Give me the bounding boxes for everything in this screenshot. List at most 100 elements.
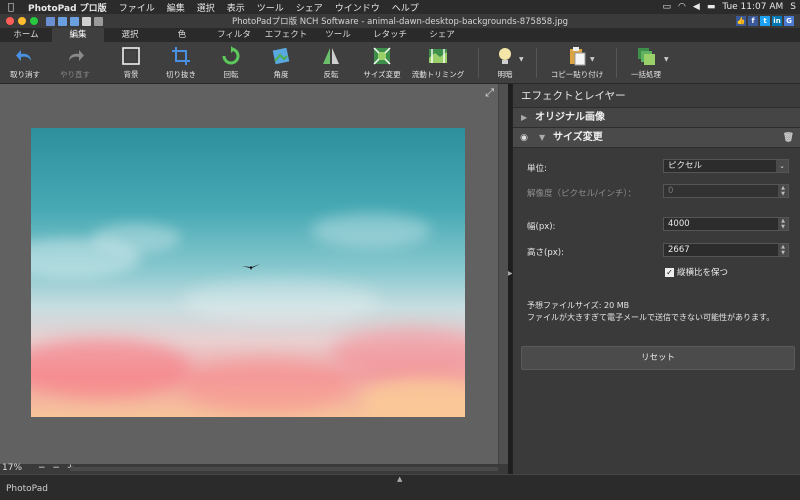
file-size-estimate: 予想ファイルサイズ: 20 MB <box>527 301 630 310</box>
copy-paste-button[interactable]: コピー貼り付け <box>546 46 608 82</box>
window-titlebar: PhotoPadプロ版 NCH Software - animal-dawn-d… <box>0 14 800 28</box>
twitter-icon[interactable]: t <box>760 16 770 26</box>
status-text: PhotoPad <box>6 484 48 494</box>
google-icon[interactable]: G <box>784 16 794 26</box>
tab-home[interactable]: ホーム <box>0 28 52 42</box>
like-icon[interactable]: 👍 <box>736 16 746 26</box>
unit-select[interactable]: ピクセル ⌄ <box>663 159 789 173</box>
eye-icon[interactable]: ◉ <box>517 131 531 145</box>
menu-file[interactable]: ファイル <box>113 1 161 14</box>
expand-arrow-icon[interactable]: ▶ <box>521 108 527 128</box>
close-window-button[interactable] <box>6 17 14 25</box>
reset-button[interactable]: リセット <box>521 346 795 370</box>
photo-image <box>31 128 465 417</box>
ribbon-tabs: ホーム 編集 選択 色 フィルタ エフェクト ツール レタッチ シェア <box>0 28 800 42</box>
page-icon[interactable] <box>94 16 103 26</box>
image-canvas[interactable]: ⤢ <box>0 84 508 464</box>
liquid-crop-button[interactable]: 流動トリミング <box>410 46 466 82</box>
fullscreen-icon[interactable]: ⤢ <box>485 86 494 100</box>
expand-up-icon[interactable]: ▲ <box>397 475 402 483</box>
background-button[interactable]: 背景 <box>112 46 150 82</box>
redo-button[interactable]: やり直す <box>54 46 96 82</box>
quick-redo-icon[interactable] <box>70 16 79 26</box>
minimize-window-button[interactable] <box>18 17 26 25</box>
menu-share[interactable]: シェア <box>290 1 329 14</box>
zoom-level[interactable]: 17% <box>2 463 22 473</box>
tab-tools[interactable]: ツール <box>312 28 364 42</box>
effects-layers-panel: エフェクトとレイヤー ▶ オリジナル画像 ◉ ▼ サイズ変更 🗑 単位: ピクセ… <box>512 84 800 474</box>
tab-color[interactable]: 色 <box>156 28 208 42</box>
resolution-field[interactable]: 0 ▲ ▼ <box>663 184 789 198</box>
rotate-icon <box>222 46 240 65</box>
angle-icon <box>272 47 290 65</box>
file-size-warning: ファイルが大きすぎて電子メールで送信できない可能性があります。 <box>527 313 775 322</box>
brightness-button[interactable]: 明暗 <box>490 46 520 82</box>
undo-icon <box>16 50 31 61</box>
apple-icon[interactable]:  <box>0 2 22 13</box>
trash-icon[interactable]: 🗑 <box>783 128 794 148</box>
battery-icon[interactable]: ▬ <box>707 2 716 12</box>
facebook-icon[interactable]: f <box>748 16 758 26</box>
height-label: 高さ(px): <box>527 248 564 258</box>
menu-tools[interactable]: ツール <box>251 1 290 14</box>
menu-app-name[interactable]: PhotoPad プロ版 <box>22 1 113 14</box>
batch-dropdown-arrow[interactable]: ▼ <box>664 56 669 63</box>
zoom-bar: 17% − − + <box>0 463 508 474</box>
undo-button[interactable]: 取り消す <box>4 46 46 82</box>
liquid-crop-icon <box>429 49 447 63</box>
document-icon[interactable] <box>82 16 91 26</box>
tab-filter[interactable]: フィルタ <box>208 28 260 42</box>
tab-effect[interactable]: エフェクト <box>260 28 312 42</box>
collapse-arrow-icon[interactable]: ▼ <box>539 128 545 148</box>
save-icon[interactable] <box>46 16 55 26</box>
angle-button[interactable]: 角度 <box>262 46 300 82</box>
batch-button[interactable]: 一括処理 <box>626 46 666 82</box>
menu-help[interactable]: ヘルプ <box>386 1 425 14</box>
clock[interactable]: Tue 11:07 AM <box>722 2 783 12</box>
resolution-label: 解像度（ピクセル/インチ）： <box>527 189 637 199</box>
keep-aspect-checkbox[interactable]: ✓ 縦横比を保つ <box>665 266 728 278</box>
resize-button[interactable]: サイズ変更 <box>360 46 404 82</box>
tab-share[interactable]: シェア <box>416 28 468 42</box>
horizontal-scrollbar[interactable] <box>70 467 498 471</box>
menu-select[interactable]: 選択 <box>191 1 221 14</box>
width-label: 幅(px): <box>527 222 556 232</box>
vertical-scrollbar[interactable] <box>498 84 508 464</box>
menu-edit[interactable]: 編集 <box>161 1 191 14</box>
batch-icon <box>638 48 655 65</box>
system-menubar:  PhotoPad プロ版 ファイル 編集 選択 表示 ツール シェア ウイン… <box>0 0 800 14</box>
height-field[interactable]: 2667 ▲ ▼ <box>663 243 789 257</box>
toolbar-separator <box>478 48 479 78</box>
background-icon <box>122 47 140 65</box>
wifi-icon[interactable]: ◠ <box>678 2 686 12</box>
toolbar-separator <box>536 48 537 78</box>
airplay-icon[interactable]: ▭ <box>663 2 672 12</box>
flip-button[interactable]: 反転 <box>312 46 350 82</box>
crop-button[interactable]: 切り抜き <box>161 46 201 82</box>
stepper-icon[interactable]: ▲ ▼ <box>778 185 788 197</box>
stepper-icon[interactable]: ▲ ▼ <box>778 244 788 256</box>
tab-select[interactable]: 選択 <box>104 28 156 42</box>
user-menu[interactable]: S <box>790 2 796 12</box>
zoom-window-button[interactable] <box>30 17 38 25</box>
linkedin-icon[interactable]: in <box>772 16 782 26</box>
resize-layer-header[interactable]: ◉ ▼ サイズ変更 🗑 <box>513 128 800 148</box>
menu-window[interactable]: ウインドウ <box>329 1 386 14</box>
quick-undo-icon[interactable] <box>58 16 67 26</box>
tab-edit[interactable]: 編集 <box>52 28 104 42</box>
flip-icon <box>323 48 339 64</box>
clipboard-icon <box>570 47 586 66</box>
stepper-icon[interactable]: ▲ ▼ <box>778 218 788 230</box>
menu-view[interactable]: 表示 <box>221 1 251 14</box>
tab-retouch[interactable]: レタッチ <box>364 28 416 42</box>
copy-paste-dropdown-arrow[interactable]: ▼ <box>590 56 595 63</box>
rotate-button[interactable]: 回転 <box>212 46 250 82</box>
edit-toolbar: 取り消す やり直す 背景 切り抜き 回転 角度 反転 サイズ変更 流動トリミング… <box>0 42 800 84</box>
original-image-layer[interactable]: ▶ オリジナル画像 <box>513 108 800 128</box>
crop-icon <box>172 47 190 65</box>
brightness-dropdown-arrow[interactable]: ▼ <box>519 56 524 63</box>
volume-icon[interactable]: ◀ <box>693 2 700 12</box>
bird-silhouette <box>242 264 260 270</box>
width-field[interactable]: 4000 ▲ ▼ <box>663 217 789 231</box>
chevron-down-icon: ⌄ <box>776 160 788 172</box>
